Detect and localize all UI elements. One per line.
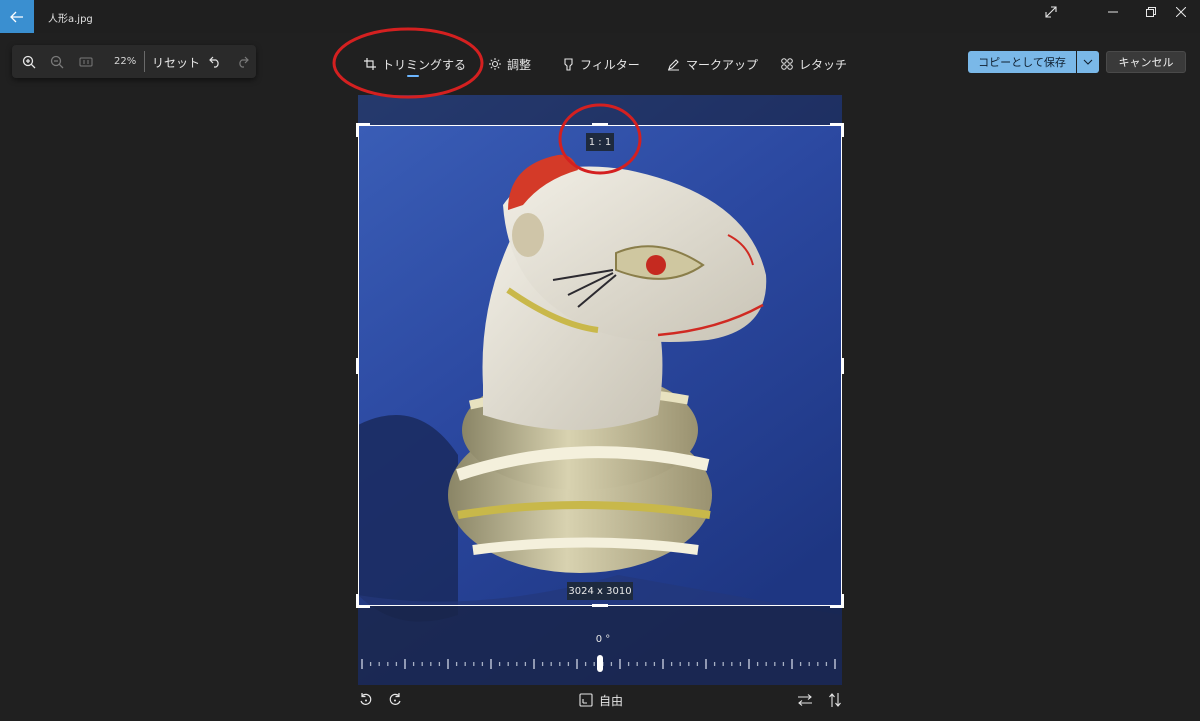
minimize-icon	[1108, 11, 1118, 13]
rotate-left-icon	[360, 693, 372, 705]
flip-horizontal-button[interactable]	[797, 690, 813, 710]
crop-icon	[364, 58, 376, 70]
crop-handle-bottom-left[interactable]	[356, 594, 370, 608]
save-options-dropdown[interactable]	[1077, 51, 1099, 73]
zoom-toolbar: 22% リセット	[12, 45, 256, 78]
crop-handle-top[interactable]	[592, 123, 608, 126]
cancel-button[interactable]: キャンセル	[1106, 51, 1186, 73]
flip-vertical-icon	[829, 693, 841, 707]
minimize-button[interactable]	[1094, 0, 1132, 24]
rotation-slider-handle[interactable]	[597, 655, 603, 672]
close-icon	[1176, 7, 1186, 17]
zoom-in-icon	[22, 55, 36, 68]
crop-frame[interactable]	[358, 125, 842, 606]
rotate-right-icon	[389, 693, 401, 705]
redo-icon	[239, 56, 249, 68]
crop-handle-right[interactable]	[841, 358, 844, 374]
tab-adjust[interactable]: 調整	[489, 54, 531, 74]
title-bar: 人形a.jpg	[0, 0, 1200, 33]
zoom-out-icon	[50, 55, 64, 68]
zoom-percent: 22%	[114, 56, 137, 67]
tab-crop-label: トリミングする	[382, 57, 467, 72]
expand-icon	[1045, 6, 1057, 18]
active-tab-indicator	[407, 75, 419, 77]
aspect-ratio-badge: 1 : 1	[586, 133, 614, 151]
fit-screen-icon	[79, 57, 93, 66]
fit-screen-button[interactable]	[73, 45, 99, 78]
crop-mask-top	[358, 95, 842, 125]
tab-retouch-label: レタッチ	[799, 57, 848, 72]
tab-filter-label: フィルター	[580, 57, 640, 72]
crop-handle-bottom[interactable]	[592, 604, 608, 607]
tab-markup-label: マークアップ	[686, 57, 759, 72]
zoom-out-button[interactable]	[44, 45, 70, 78]
aspect-ratio-label: 自由	[599, 693, 624, 708]
markup-pen-icon	[668, 58, 679, 71]
rotation-angle: 0 °	[595, 634, 611, 645]
crop-handle-top-left[interactable]	[356, 123, 370, 137]
brightness-icon	[489, 58, 501, 70]
crop-handle-left[interactable]	[356, 358, 359, 374]
fullscreen-button[interactable]	[1032, 0, 1070, 24]
tab-retouch[interactable]: レタッチ	[781, 54, 847, 74]
reset-button[interactable]: リセット	[152, 54, 200, 71]
redo-button[interactable]	[230, 45, 256, 78]
crop-size-badge: 3024 x 3010	[567, 582, 633, 600]
filter-icon	[564, 57, 573, 71]
toolbar-divider	[144, 51, 145, 72]
rotate-left-button[interactable]	[358, 690, 374, 710]
flip-horizontal-icon	[798, 694, 812, 706]
tab-markup[interactable]: マークアップ	[667, 54, 758, 74]
tab-adjust-label: 調整	[507, 57, 532, 72]
back-arrow-icon	[10, 11, 23, 22]
undo-button[interactable]	[202, 45, 228, 78]
rotate-right-button[interactable]	[387, 690, 403, 710]
back-button[interactable]	[0, 0, 34, 33]
restore-icon	[1146, 7, 1156, 17]
undo-icon	[209, 56, 219, 68]
close-button[interactable]	[1162, 0, 1200, 24]
tab-filter[interactable]: フィルター	[563, 54, 640, 74]
crop-handle-bottom-right[interactable]	[830, 594, 844, 608]
save-copy-button[interactable]: コピーとして保存	[968, 51, 1076, 73]
chevron-down-icon	[1083, 59, 1093, 65]
aspect-ratio-button[interactable]: 自由	[579, 690, 623, 710]
crop-handle-top-right[interactable]	[830, 123, 844, 137]
window-title: 人形a.jpg	[48, 14, 93, 25]
aspect-ratio-icon	[579, 693, 593, 707]
retouch-icon	[781, 58, 793, 70]
zoom-in-button[interactable]	[16, 45, 42, 78]
tab-crop[interactable]: トリミングする	[364, 54, 466, 74]
flip-vertical-button[interactable]	[827, 690, 843, 710]
